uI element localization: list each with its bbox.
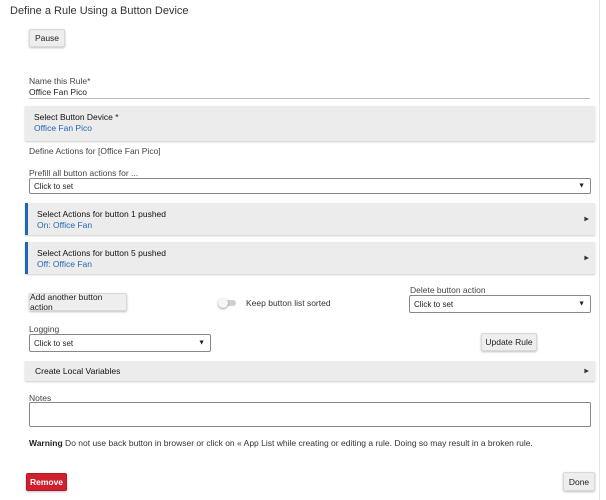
notes-textarea[interactable] [29, 402, 591, 427]
keep-sorted-label: Keep button list sorted [246, 298, 331, 308]
selected-button-device[interactable]: Office Fan Pico [34, 123, 92, 133]
caret-down-icon: ▼ [198, 339, 205, 347]
page-title: Define a Rule Using a Button Device [10, 5, 189, 17]
page-divider [599, 0, 600, 500]
pause-button[interactable]: Pause [29, 29, 65, 47]
prefill-select-value: Click to set [34, 181, 74, 191]
prefill-select[interactable]: Click to set ▼ [29, 178, 591, 194]
local-variables-panel[interactable]: Create Local Variables ▶ [25, 361, 595, 381]
rule-name-label: Name this Rule* [29, 76, 91, 86]
button-1-actions-summary: On: Office Fan [37, 220, 93, 230]
remove-button[interactable]: Remove [26, 473, 67, 491]
button-5-actions-panel[interactable]: Select Actions for button 5 pushed Off: … [25, 242, 595, 274]
button-1-actions-title: Select Actions for button 1 pushed [37, 209, 167, 219]
logging-label: Logging [29, 324, 60, 334]
toggle-knob [218, 298, 228, 308]
caret-down-icon: ▼ [578, 182, 585, 190]
add-button-action-button[interactable]: Add another button action [29, 292, 127, 312]
warning-message: Warning Do not use back button in browse… [29, 438, 533, 448]
button-5-actions-summary: Off: Office Fan [37, 259, 92, 269]
expand-arrow-icon: ▶ [584, 368, 589, 375]
warning-label: Warning [29, 438, 63, 448]
caret-down-icon: ▼ [578, 300, 585, 308]
update-rule-button[interactable]: Update Rule [481, 333, 537, 351]
local-variables-title: Create Local Variables [35, 366, 121, 376]
define-actions-label: Define Actions for [Office Fan Pico] [29, 146, 161, 156]
button-1-actions-panel[interactable]: Select Actions for button 1 pushed On: O… [25, 203, 595, 235]
rule-name-underline [29, 98, 590, 99]
select-button-device-title: Select Button Device * [34, 112, 119, 122]
done-button[interactable]: Done [563, 472, 595, 491]
delete-action-label: Delete button action [410, 285, 486, 295]
logging-select[interactable]: Click to set ▼ [29, 334, 211, 352]
select-button-device-panel[interactable]: Select Button Device * Office Fan Pico [25, 106, 595, 141]
button-5-actions-title: Select Actions for button 5 pushed [37, 248, 167, 258]
prefill-label: Prefill all button actions for ... [29, 168, 139, 178]
keep-sorted-toggle[interactable] [218, 298, 238, 308]
delete-action-select-value: Click to set [414, 299, 454, 309]
delete-action-select[interactable]: Click to set ▼ [409, 295, 591, 313]
expand-arrow-icon: ▶ [584, 255, 589, 262]
expand-arrow-icon: ▶ [584, 216, 589, 223]
logging-select-value: Click to set [34, 338, 74, 348]
warning-text: Do not use back button in browser or cli… [62, 438, 533, 448]
rule-name-input[interactable]: Office Fan Pico [29, 87, 87, 97]
